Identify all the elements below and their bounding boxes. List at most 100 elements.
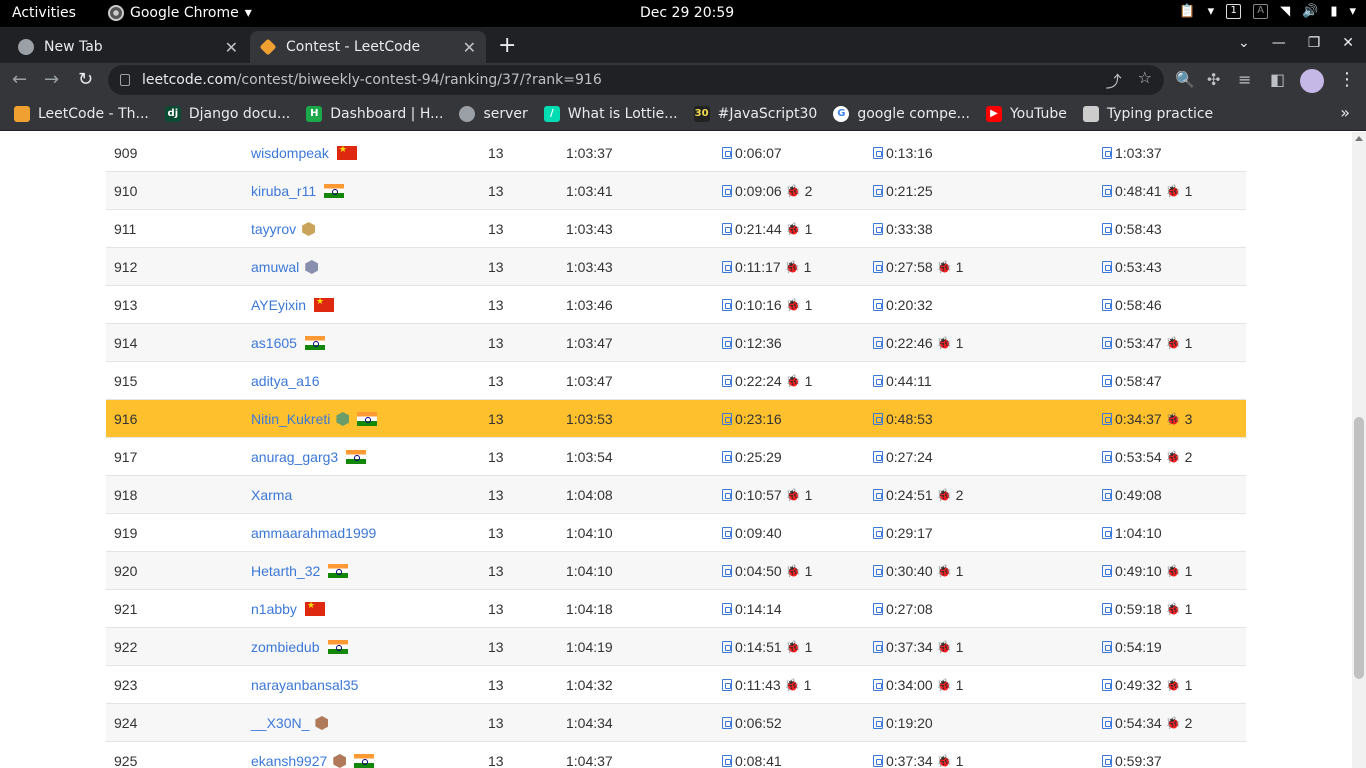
question-2-cell[interactable]: 0:27:58 🐞 1 (873, 259, 963, 275)
question-3-cell[interactable]: 0:59:37 (1102, 753, 1162, 768)
question-3-cell[interactable]: 0:49:32 🐞 1 (1102, 677, 1192, 693)
question-3-cell[interactable]: 0:54:19 (1102, 639, 1162, 655)
submission-icon[interactable] (722, 261, 732, 273)
submission-icon[interactable] (722, 641, 732, 653)
username-link[interactable]: Nitin_Kukreti (251, 411, 330, 427)
wifi-icon[interactable]: ◥ (1280, 4, 1290, 19)
question-1-cell[interactable]: 0:09:40 (722, 525, 782, 541)
bookmark-youtube[interactable]: ▶ YouTube (985, 105, 1067, 122)
question-1-cell[interactable]: 0:25:29 (722, 449, 782, 465)
question-1-cell[interactable]: 0:14:51 🐞 1 (722, 639, 812, 655)
scrollbar-thumb[interactable] (1354, 417, 1364, 679)
bookmark-javascript30[interactable]: 30 #JavaScript30 (693, 105, 817, 122)
username-link[interactable]: aditya_a16 (251, 373, 320, 389)
question-1-cell[interactable]: 0:21:44 🐞 1 (722, 221, 812, 237)
bookmark-google-competitions[interactable]: G google compe... (833, 105, 970, 122)
tab-new-tab[interactable]: New Tab ✕ (8, 31, 248, 63)
username-link[interactable]: wisdompeak (251, 145, 329, 161)
submission-icon[interactable] (1102, 223, 1112, 235)
question-2-cell[interactable]: 0:19:20 (873, 715, 933, 731)
back-icon[interactable]: ← (12, 69, 27, 90)
username-link[interactable]: zombiedub (251, 639, 320, 655)
submission-icon[interactable] (722, 413, 732, 425)
submission-icon[interactable] (722, 527, 732, 539)
minimize-icon[interactable]: — (1272, 35, 1286, 51)
media-control-icon[interactable]: ≡ (1238, 70, 1251, 89)
question-3-cell[interactable]: 0:49:10 🐞 1 (1102, 563, 1192, 579)
battery-icon[interactable]: ▮ (1330, 4, 1337, 19)
submission-icon[interactable] (873, 185, 883, 197)
activities-button[interactable]: Activities (12, 5, 76, 21)
system-tray[interactable]: 📋 ▾ 1 A ◥ 🔊 ▮ ▾ (1179, 4, 1356, 19)
question-1-cell[interactable]: 0:11:17 🐞 1 (722, 259, 811, 275)
question-1-cell[interactable]: 0:04:50 🐞 1 (722, 563, 812, 579)
lock-icon[interactable] (120, 74, 130, 86)
submission-icon[interactable] (873, 641, 883, 653)
bookmark-django[interactable]: dj Django docu... (164, 105, 290, 122)
question-1-cell[interactable]: 0:10:57 🐞 1 (722, 487, 812, 503)
submission-icon[interactable] (873, 261, 883, 273)
submission-icon[interactable] (1102, 679, 1112, 691)
workspace-1-icon[interactable]: 1 (1226, 4, 1242, 19)
app-menu[interactable]: Google Chrome ▾ (108, 5, 252, 21)
submission-icon[interactable] (722, 755, 732, 767)
submission-icon[interactable] (873, 527, 883, 539)
submission-icon[interactable] (722, 565, 732, 577)
question-2-cell[interactable]: 0:30:40 🐞 1 (873, 563, 963, 579)
bookmark-typing-practice[interactable]: Typing practice (1082, 105, 1213, 122)
question-2-cell[interactable]: 0:37:34 🐞 1 (873, 753, 963, 768)
chevron-down-icon[interactable]: ▾ (1349, 4, 1356, 19)
submission-icon[interactable] (873, 299, 883, 311)
question-3-cell[interactable]: 0:58:46 (1102, 297, 1162, 313)
close-window-icon[interactable]: ✕ (1342, 35, 1354, 51)
question-3-cell[interactable]: 0:59:18 🐞 1 (1102, 601, 1192, 617)
question-3-cell[interactable]: 0:58:47 (1102, 373, 1162, 389)
submission-icon[interactable] (873, 717, 883, 729)
tab-search-icon[interactable]: ⌄ (1238, 35, 1250, 51)
question-2-cell[interactable]: 0:37:34 🐞 1 (873, 639, 963, 655)
question-2-cell[interactable]: 0:20:32 (873, 297, 933, 313)
question-2-cell[interactable]: 0:44:11 (873, 373, 932, 389)
question-3-cell[interactable]: 0:54:34 🐞 2 (1102, 715, 1192, 731)
maximize-icon[interactable]: ❐ (1308, 35, 1321, 51)
profile-avatar[interactable] (1300, 69, 1324, 93)
username-link[interactable]: ammaarahmad1999 (251, 525, 376, 541)
reload-icon[interactable]: ↻ (78, 69, 93, 90)
question-3-cell[interactable]: 0:53:54 🐞 2 (1102, 449, 1192, 465)
submission-icon[interactable] (722, 679, 732, 691)
search-extension-icon[interactable]: 🔍 (1175, 70, 1195, 89)
clipboard-icon[interactable]: 📋 (1179, 4, 1195, 19)
username-link[interactable]: AYEyixin (251, 297, 306, 313)
username-link[interactable]: anurag_garg3 (251, 449, 338, 465)
scrollbar[interactable] (1352, 132, 1366, 768)
submission-icon[interactable] (1102, 489, 1112, 501)
question-3-cell[interactable]: 1:03:37 (1102, 145, 1162, 161)
bookmark-leetcode[interactable]: LeetCode - Th... (14, 105, 149, 122)
question-3-cell[interactable]: 0:49:08 (1102, 487, 1162, 503)
submission-icon[interactable] (873, 565, 883, 577)
question-1-cell[interactable]: 0:08:41 (722, 753, 782, 768)
submission-icon[interactable] (1102, 565, 1112, 577)
submission-icon[interactable] (873, 755, 883, 767)
clock[interactable]: Dec 29 20:59 (640, 5, 734, 21)
question-3-cell[interactable]: 0:53:47 🐞 1 (1102, 335, 1192, 351)
submission-icon[interactable] (873, 451, 883, 463)
chevron-down-icon[interactable]: ▾ (1208, 4, 1215, 19)
bookmark-star-icon[interactable]: ☆ (1138, 68, 1152, 92)
submission-icon[interactable] (722, 717, 732, 729)
submission-icon[interactable] (873, 223, 883, 235)
submission-icon[interactable] (873, 375, 883, 387)
tab-leetcode-contest[interactable]: Contest - LeetCode ✕ (250, 31, 486, 63)
submission-icon[interactable] (1102, 147, 1112, 159)
question-1-cell[interactable]: 0:22:24 🐞 1 (722, 373, 812, 389)
question-3-cell[interactable]: 0:53:43 (1102, 259, 1162, 275)
submission-icon[interactable] (722, 603, 732, 615)
question-1-cell[interactable]: 0:06:07 (722, 145, 782, 161)
close-icon[interactable]: ✕ (225, 38, 238, 57)
question-1-cell[interactable]: 0:09:06 🐞 2 (722, 183, 812, 199)
address-bar[interactable]: leetcode.com /contest/biweekly-contest-9… (108, 65, 1164, 95)
close-icon[interactable]: ✕ (463, 38, 476, 57)
question-1-cell[interactable]: 0:06:52 (722, 715, 782, 731)
question-1-cell[interactable]: 0:10:16 🐞 1 (722, 297, 812, 313)
submission-icon[interactable] (1102, 641, 1112, 653)
